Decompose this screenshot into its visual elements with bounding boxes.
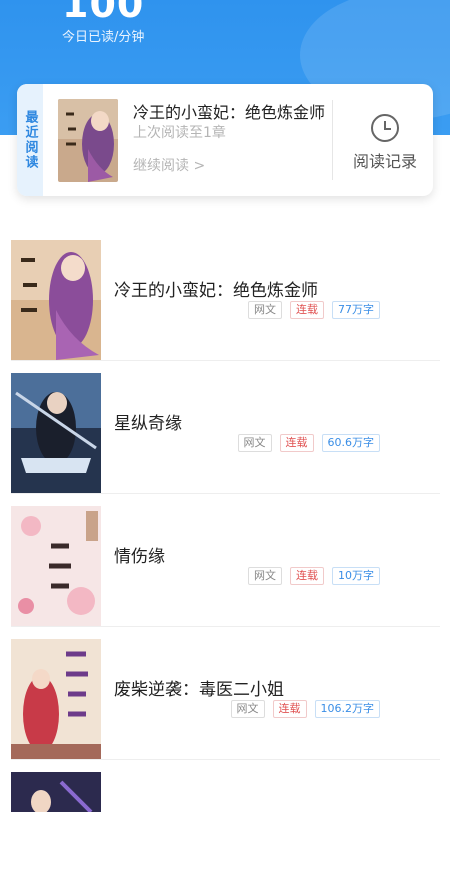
tag-type: 网文 bbox=[237, 434, 272, 452]
book-row[interactable]: 星纵奇缘 网文 连载 60.6万字 bbox=[11, 361, 440, 494]
tag-status: 连载 bbox=[272, 700, 307, 718]
reading-history-button[interactable]: 阅读记录 bbox=[343, 114, 427, 176]
book-tags: 网文 连载 10万字 bbox=[248, 567, 380, 585]
book-row[interactable]: 废柴逆袭：毒医二小姐 网文 连载 106.2万字 bbox=[11, 627, 440, 760]
tag-word-count: 10万字 bbox=[332, 567, 380, 585]
book-title[interactable]: 情伤缘 bbox=[114, 542, 165, 567]
minutes-read-label: 今日已读/分钟 bbox=[62, 30, 145, 45]
tag-word-count: 60.6万字 bbox=[321, 434, 380, 452]
book-row[interactable]: 情伤缘 网文 连载 10万字 bbox=[11, 494, 440, 627]
book-tags: 网文 连载 60.6万字 bbox=[237, 434, 380, 452]
book-row[interactable]: 冷王的小蛮妃：绝色炼金师 网文 连载 77万字 bbox=[11, 228, 440, 361]
recent-book-title[interactable]: 冷王的小蛮妃：绝色炼金师 bbox=[133, 99, 325, 123]
tag-type: 网文 bbox=[248, 301, 282, 319]
reading-history-label: 阅读记录 bbox=[352, 152, 417, 171]
book-title[interactable]: 废柴逆袭：毒医二小姐 bbox=[114, 675, 284, 700]
tag-type: 网文 bbox=[248, 567, 282, 585]
tag-word-count: 77万字 bbox=[332, 301, 380, 319]
recent-reading-card[interactable]: 最近阅读 冷王的小蛮妃：绝色炼金师 上次阅读至1章 继续阅读 > 阅读记录 bbox=[17, 84, 433, 196]
tag-status: 连载 bbox=[290, 301, 324, 319]
recent-reading-tag: 最近阅读 bbox=[17, 84, 43, 196]
book-tags: 网文 连载 77万字 bbox=[248, 301, 380, 319]
book-cover[interactable] bbox=[11, 772, 101, 812]
card-divider bbox=[332, 100, 333, 180]
book-cover[interactable] bbox=[11, 506, 101, 626]
book-tags: 网文 连载 106.2万字 bbox=[230, 700, 380, 718]
book-title[interactable]: 星纵奇缘 bbox=[114, 409, 182, 434]
book-cover[interactable] bbox=[11, 240, 101, 360]
book-cover[interactable] bbox=[11, 639, 101, 759]
clock-icon bbox=[371, 114, 399, 142]
tag-status: 连载 bbox=[290, 567, 324, 585]
tag-word-count: 106.2万字 bbox=[314, 700, 380, 718]
book-cover[interactable] bbox=[11, 373, 101, 493]
book-row-partial[interactable] bbox=[11, 760, 440, 893]
recent-book-cover[interactable] bbox=[58, 99, 118, 182]
recent-book-progress: 上次阅读至1章 bbox=[133, 125, 226, 141]
continue-reading-link[interactable]: 继续阅读 > bbox=[133, 155, 205, 175]
tag-status: 连载 bbox=[279, 434, 314, 452]
tag-type: 网文 bbox=[230, 700, 265, 718]
book-title[interactable]: 冷王的小蛮妃：绝色炼金师 bbox=[114, 276, 318, 301]
minutes-read-value: 100 bbox=[62, 0, 145, 26]
recent-reading-tag-label: 最近阅读 bbox=[22, 110, 38, 170]
